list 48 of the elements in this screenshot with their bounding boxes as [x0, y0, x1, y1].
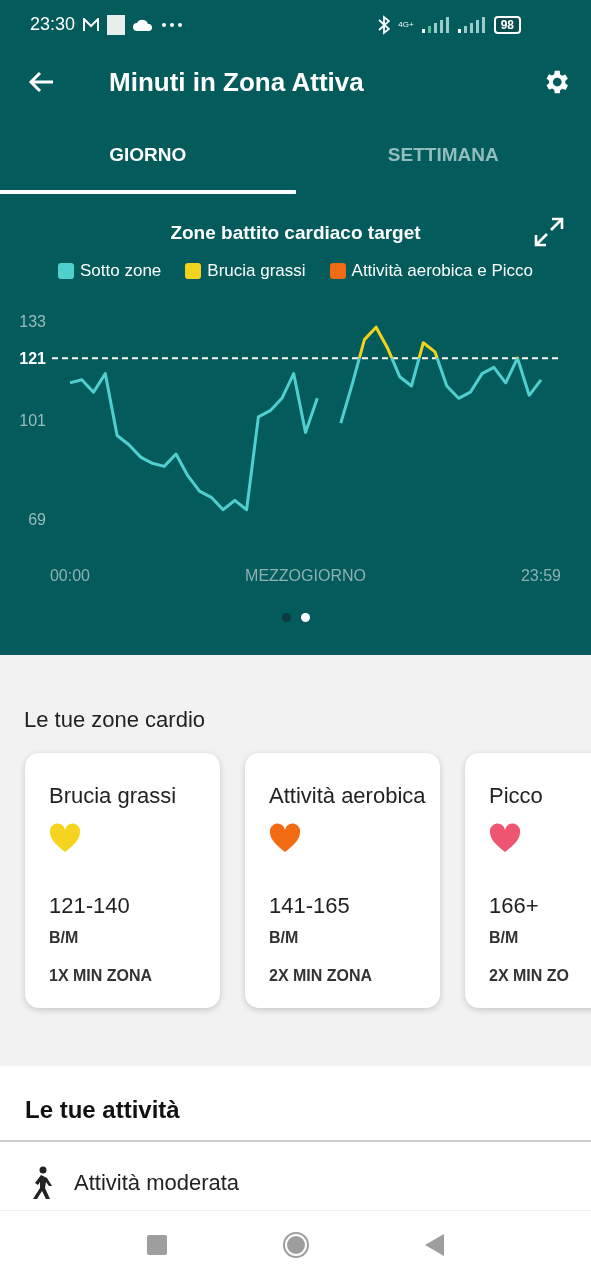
zone-card[interactable]: Attività aerobica 141-165 B/M 2X MIN ZONA	[245, 752, 440, 1008]
signal-icon	[457, 16, 486, 33]
zone-name: Picco	[489, 782, 543, 809]
recents-icon[interactable]	[146, 1235, 167, 1256]
zone-card[interactable]: Brucia grassi 121-140 B/M 1X MIN ZONA	[25, 752, 220, 1008]
page-dot[interactable]	[300, 613, 310, 623]
zone-range: 166+	[489, 892, 539, 919]
status-time: 23:30	[30, 14, 76, 36]
activity-label[interactable]: Attività moderata	[74, 1169, 240, 1196]
y-tick-label: 101	[19, 412, 46, 430]
back-icon[interactable]	[28, 71, 54, 94]
page-dot[interactable]	[281, 613, 291, 623]
zone-multiplier: 2X MIN ZO	[489, 966, 569, 985]
signal-icon	[421, 16, 450, 33]
more-icon	[161, 21, 184, 28]
square-icon	[107, 14, 126, 35]
zone-multiplier: 2X MIN ZONA	[269, 966, 373, 985]
cloud-icon	[133, 18, 154, 31]
network-label: 4G+	[398, 20, 414, 30]
x-tick-label: MEZZOGIORNO	[245, 567, 366, 585]
expand-icon[interactable]	[533, 216, 565, 249]
bluetooth-icon	[378, 14, 391, 35]
zone-name: Brucia grassi	[49, 782, 177, 809]
legend-label: Attività aerobica e Picco	[351, 261, 533, 282]
screen-title: Minuti in Zona Attiva	[109, 66, 365, 98]
section-title: Le tue attività	[0, 1065, 591, 1142]
x-tick-label: 00:00	[50, 567, 90, 585]
legend-label: Sotto zone	[80, 261, 162, 282]
zone-unit: B/M	[489, 928, 519, 947]
y-tick-label: 133	[19, 313, 46, 331]
zone-unit: B/M	[269, 928, 299, 947]
section-title: Le tue zone cardio	[23, 705, 207, 734]
y-tick-label: 69	[28, 511, 46, 529]
legend-label: Brucia grassi	[207, 261, 306, 282]
chart-title: Zone battito cardiaco target	[170, 222, 421, 245]
zone-card[interactable]: Picco 166+ B/M 2X MIN ZO	[465, 752, 591, 1008]
battery-level: 98	[493, 15, 521, 34]
mail-icon	[83, 17, 100, 32]
zone-range: 141-165	[269, 892, 350, 919]
back-nav-icon[interactable]	[424, 1234, 445, 1257]
tab[interactable]: SETTIMANA	[295, 115, 591, 195]
home-icon[interactable]	[281, 1231, 310, 1260]
zone-name: Attività aerobica	[269, 782, 426, 809]
zone-unit: B/M	[49, 928, 79, 947]
zone-multiplier: 1X MIN ZONA	[49, 966, 153, 985]
y-tick-label: 121	[19, 350, 46, 368]
zone-range: 121-140	[49, 892, 130, 919]
x-tick-label: 23:59	[521, 567, 561, 585]
